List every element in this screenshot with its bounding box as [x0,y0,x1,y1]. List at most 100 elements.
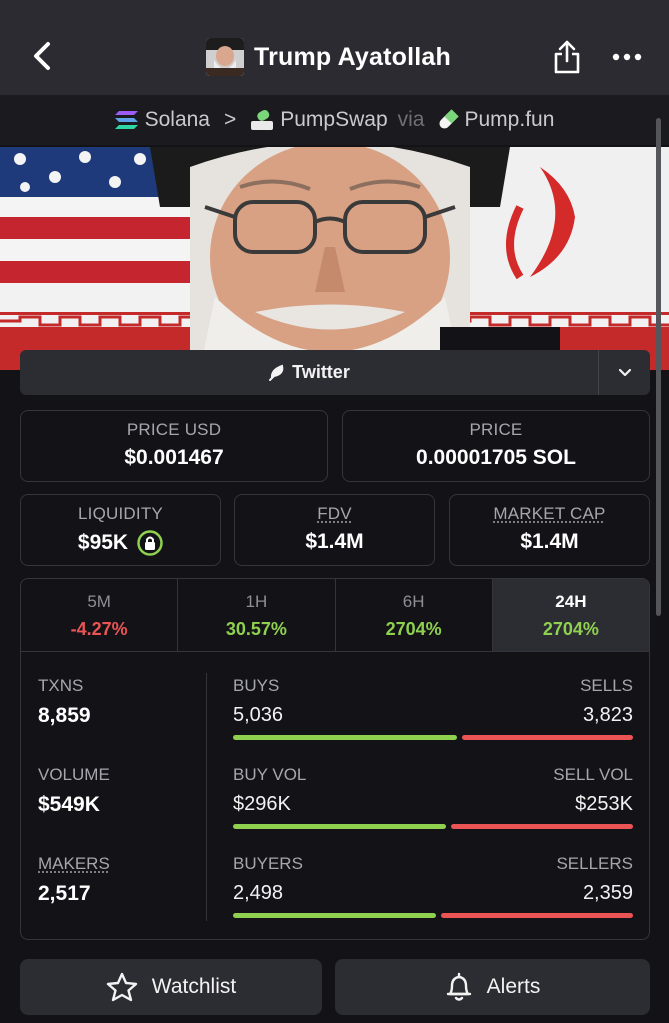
price-usd-card: PRICE USD $0.001467 [20,410,328,482]
breadcrumb-chain[interactable]: Solana [114,108,210,132]
buyers-sellers-stat: BUYERS SELLERS 2,498 2,359 [233,854,633,918]
liquidity-value: $95K [77,531,129,554]
scrollbar[interactable] [656,118,661,616]
pumpswap-icon [250,109,274,131]
buy-vol-value: $296K [233,793,291,815]
lock-icon[interactable] [137,530,163,556]
buys-sells-ratio-bar [233,735,633,740]
alerts-label: Alerts [486,975,541,998]
twitter-label: Twitter [292,362,350,382]
price-native-card: PRICE 0.00001705 SOL [342,410,650,482]
app-header: Trump Ayatollah [0,0,669,95]
tab-24h[interactable]: 24H 2704% [492,579,649,651]
tab-label: 5M [87,592,111,611]
sells-value: 3,823 [582,704,633,726]
sell-bar [462,735,633,740]
timeframe-tabs: 5M -4.27% 1H 30.57% 6H 2704% 24H 2704% [21,579,649,652]
tab-6h[interactable]: 6H 2704% [336,579,493,651]
back-button[interactable] [26,37,58,75]
sell-bar [451,824,633,829]
bell-icon [446,972,471,1001]
volume-ratio-bar [233,824,633,829]
tab-1h[interactable]: 1H 30.57% [178,579,336,651]
tab-change-value: 2704% [542,619,599,639]
sellers-value: 2,359 [582,882,633,904]
liquidity-label: LIQUIDITY [78,504,163,523]
buy-bar [233,735,457,740]
price-native-value: 0.00001705 SOL [416,446,576,469]
makers-stat: MAKERS 2,517 [38,854,110,906]
tab-label: 24H [555,592,587,611]
buy-sell-volume-stat: BUY VOL SELL VOL $296K $253K [233,765,633,829]
sells-label: SELLS [580,676,633,695]
share-button[interactable] [546,36,588,78]
buy-vol-label: BUY VOL [233,765,307,784]
market-cap-value: $1.4M [520,530,579,553]
txns-label: TXNS [38,676,84,695]
txns-row: TXNS 8,859 BUYS SELLS 5,036 3,823 [21,676,649,756]
tab-change-value: 30.57% [225,619,287,639]
twitter-button[interactable]: Twitter [20,350,598,395]
links-dropdown-button[interactable] [598,350,650,395]
more-button[interactable] [606,36,648,78]
buyers-value: 2,498 [233,882,284,904]
liquidity-card: LIQUIDITY $95K [20,494,221,566]
twitter-link-bar: Twitter [20,350,650,395]
chevron-down-icon [618,368,631,377]
tab-change-value: -4.27% [70,619,128,639]
share-icon [554,40,580,74]
fdv-card[interactable]: FDV $1.4M [234,494,435,566]
dex-label: PumpSwap [280,108,388,131]
buys-sells-stat: BUYS SELLS 5,036 3,823 [233,676,633,740]
sell-vol-value: $253K [575,793,633,815]
page-title: Trump Ayatollah [254,42,452,71]
makers-label: MAKERS [38,854,110,873]
breadcrumb-dex[interactable]: PumpSwap [250,108,388,132]
tab-5m[interactable]: 5M -4.27% [21,579,179,651]
token-avatar [206,38,244,76]
market-cap-label: MARKET CAP [493,504,606,523]
launchpad-label: Pump.fun [464,108,555,131]
price-usd-value: $0.001467 [124,446,224,469]
price-native-label: PRICE [469,420,523,439]
buyers-label: BUYERS [233,854,303,873]
txns-value: 8,859 [38,704,91,727]
alerts-button[interactable]: Alerts [335,959,650,1015]
via-label: via [397,108,425,131]
buy-bar [233,824,446,829]
sell-bar [441,913,633,918]
chain-label: Solana [144,108,210,131]
volume-value: $549K [38,793,100,816]
sellers-label: SELLERS [556,854,633,873]
buys-value: 5,036 [233,704,284,726]
price-usd-label: PRICE USD [126,420,222,439]
breadcrumb: Solana > PumpSwap via Pump.fun [0,95,669,145]
volume-label: VOLUME [38,765,110,784]
solana-icon [114,110,139,130]
pill-icon [437,109,459,131]
buys-label: BUYS [233,676,280,695]
volume-stat: VOLUME $549K [38,765,110,817]
liquidity-value-wrap: $95K [21,530,220,556]
buyers-ratio-bar [233,913,633,918]
volume-row: VOLUME $549K BUY VOL SELL VOL $296K $253… [21,765,649,845]
fdv-value: $1.4M [305,530,364,553]
buy-bar [233,913,436,918]
trading-stats-panel: 5M -4.27% 1H 30.57% 6H 2704% 24H 2704% T… [20,578,650,940]
market-cap-card[interactable]: MARKET CAP $1.4M [449,494,650,566]
feather-icon [269,364,284,381]
fdv-label: FDV [317,504,352,523]
watchlist-label: Watchlist [151,975,237,998]
tab-label: 1H [245,592,268,611]
breadcrumb-separator: > [223,108,237,131]
sell-vol-label: SELL VOL [553,765,633,784]
txns-stat: TXNS 8,859 [38,676,91,728]
tab-label: 6H [402,592,425,611]
watchlist-button[interactable]: Watchlist [20,959,322,1015]
makers-value: 2,517 [38,882,91,905]
breadcrumb-launchpad[interactable]: Pump.fun [437,108,555,132]
makers-row: MAKERS 2,517 BUYERS SELLERS 2,498 2,359 [21,854,649,934]
chevron-left-icon [34,42,50,70]
more-horizontal-icon [612,53,642,61]
tab-change-value: 2704% [385,619,442,639]
